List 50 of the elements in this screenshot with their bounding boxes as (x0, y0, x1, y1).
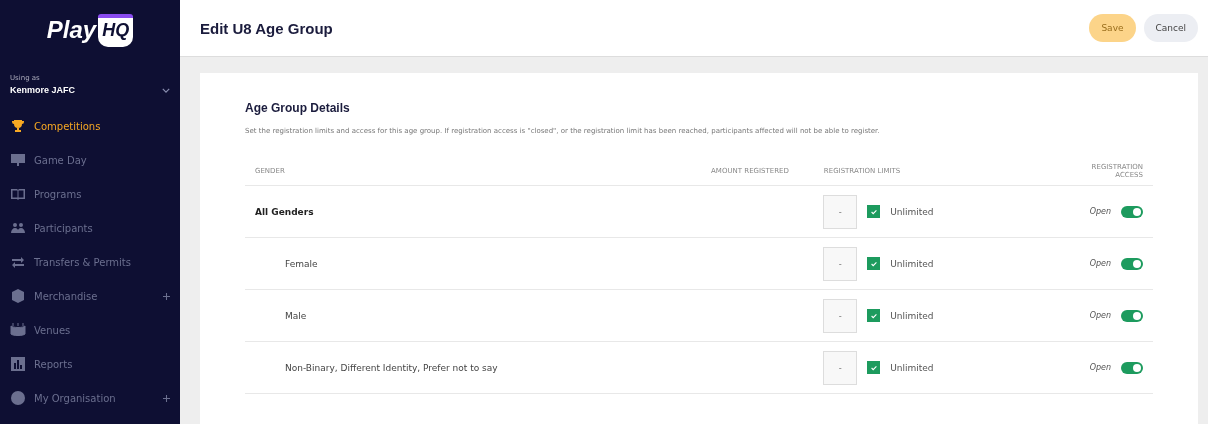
checkbox-label: Unlimited (890, 206, 934, 217)
checkbox[interactable] (867, 361, 881, 374)
nav-item[interactable]: My Organisation (0, 381, 180, 415)
checkbox[interactable] (867, 205, 881, 218)
trophy-icon (10, 118, 26, 134)
access-label: Open (1089, 207, 1111, 216)
nav-item[interactable]: Reports (0, 347, 180, 381)
chart-icon (10, 356, 26, 372)
nav-item[interactable]: Game Day (0, 143, 180, 177)
access-label: Open (1089, 363, 1111, 372)
toggle-switch[interactable] (1121, 309, 1143, 322)
nav-item[interactable]: Programs (0, 177, 180, 211)
toggle-switch[interactable] (1121, 257, 1143, 270)
checkbox[interactable] (867, 309, 881, 322)
page-title: Edit U8 Age Group (200, 19, 333, 37)
logo-text: Play (46, 16, 97, 44)
stadium-icon (10, 322, 26, 338)
cancel-button[interactable]: Cancel (1143, 14, 1198, 42)
plus-icon[interactable] (163, 394, 170, 402)
access-label: Open (1089, 259, 1111, 268)
gender-cell-text: Non-Binary, Different Identity, Prefer not to say (284, 362, 499, 373)
book-icon (10, 186, 26, 202)
toggle-switch[interactable] (1121, 205, 1143, 218)
gender-cell-text: Male (284, 310, 308, 321)
check-icon (869, 207, 878, 216)
gender-cell-text: All Genders (255, 206, 315, 217)
check-icon (869, 259, 878, 268)
nav-item[interactable]: Competitions (0, 109, 180, 143)
checkbox-label: Unlimited (890, 310, 934, 321)
arrows-icon (10, 254, 26, 270)
toggle-switch[interactable] (1121, 361, 1143, 374)
nav-item[interactable]: Transfers & Permits (0, 245, 180, 279)
nav-item[interactable]: Participants (0, 211, 180, 245)
check-icon (869, 363, 878, 372)
logo-badge: HQ (98, 13, 134, 47)
people-icon (10, 220, 26, 236)
checkbox-label: Unlimited (890, 362, 934, 373)
check-icon (869, 311, 878, 320)
organisation-name[interactable]: Kenmore JAFC (10, 85, 75, 95)
checkbox[interactable] (867, 257, 881, 270)
gender-cell-text: Female (284, 258, 319, 269)
board-icon (10, 152, 26, 168)
section-title: Age Group Details (245, 101, 351, 115)
checkbox-label: Unlimited (890, 258, 934, 269)
access-label: Open (1089, 311, 1111, 320)
box-icon (10, 288, 26, 304)
nav-item[interactable]: Venues (0, 313, 180, 347)
chevron-down-icon[interactable] (162, 87, 170, 93)
plus-icon[interactable] (163, 292, 170, 300)
nav-item[interactable]: Merchandise (0, 279, 180, 313)
